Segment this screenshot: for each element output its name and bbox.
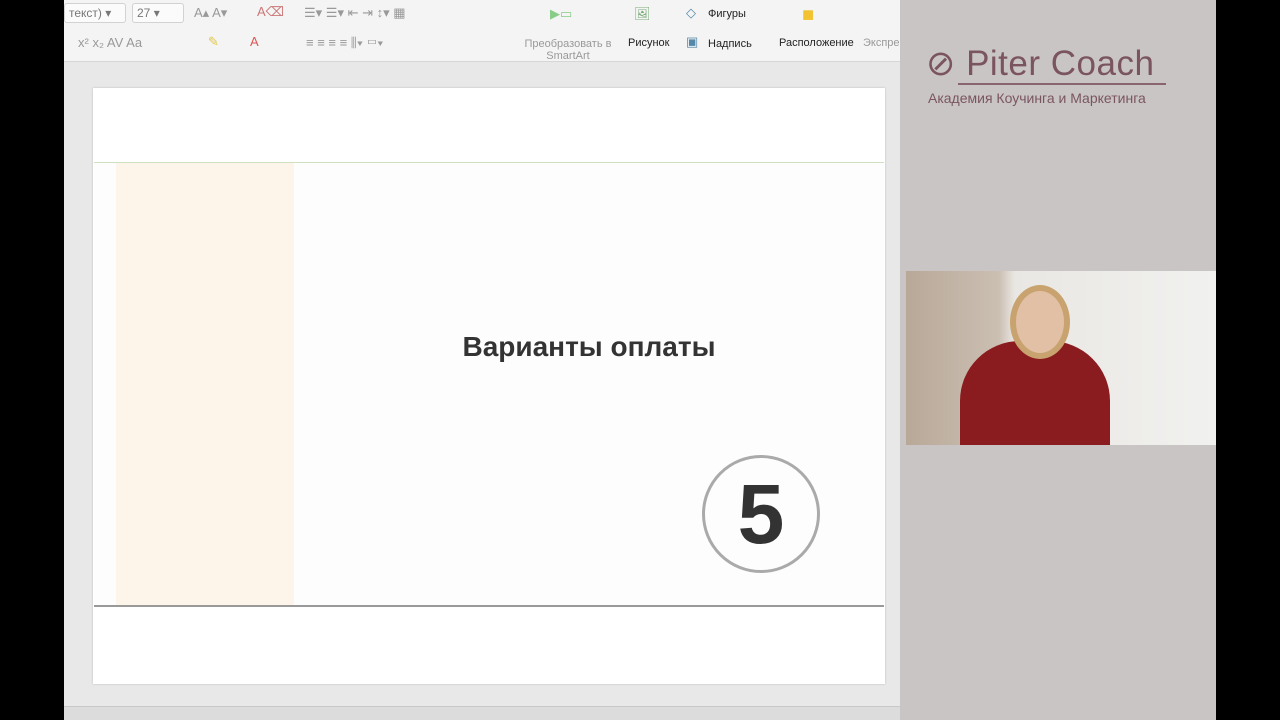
logo-text: Piter Coach bbox=[966, 44, 1155, 83]
font-size-select[interactable]: 27 ▾ bbox=[132, 3, 184, 23]
slide-canvas[interactable]: Варианты оплаты 5 bbox=[93, 88, 885, 684]
bullets-icon[interactable]: ☰▾ ☰▾ ⇤ ⇥ ↕▾ ▦ bbox=[304, 5, 406, 21]
powerpoint-window: текст) ▾ 27 ▾ A▴ A▾ A⌫ x² x₂ AV Aa ✎ A ☰… bbox=[64, 0, 900, 720]
quick-styles-button[interactable]: Экспре bbox=[863, 37, 900, 49]
logo-underline bbox=[958, 83, 1166, 85]
picture-button[interactable]: Рисунок bbox=[628, 37, 670, 49]
slide-background-image: Варианты оплаты 5 bbox=[94, 162, 884, 607]
slide-number-badge: 5 bbox=[702, 455, 820, 573]
increase-font-icon[interactable]: A▴ A▾ bbox=[194, 5, 227, 21]
align-icons[interactable]: ≡ ≡ ≡ ≡ ⫼▾ ▭▾ bbox=[306, 35, 383, 51]
status-bar bbox=[64, 706, 900, 720]
arrange-button[interactable]: Расположение bbox=[779, 37, 854, 49]
slide-title[interactable]: Варианты оплаты bbox=[94, 331, 884, 363]
ribbon-toolbar: текст) ▾ 27 ▾ A▴ A▾ A⌫ x² x₂ AV Aa ✎ A ☰… bbox=[64, 0, 900, 62]
branding-panel: ⊘ Piter Coach Академия Коучинга и Маркет… bbox=[900, 0, 1216, 720]
brand-tagline: Академия Коучинга и Маркетинга bbox=[928, 90, 1146, 106]
superscript-icon[interactable]: x² x₂ AV Aa bbox=[78, 35, 142, 50]
smartart-icon[interactable]: ▶▭ bbox=[550, 6, 572, 22]
font-name-select[interactable]: текст) ▾ bbox=[64, 3, 126, 23]
textbox-icon[interactable]: ▣ bbox=[686, 34, 698, 50]
shapes-button[interactable]: Фигуры bbox=[708, 8, 746, 20]
font-color-icon[interactable]: A bbox=[250, 34, 259, 49]
textbox-button[interactable]: Надпись bbox=[708, 38, 752, 50]
clear-format-icon[interactable]: A⌫ bbox=[257, 4, 284, 20]
presenter-head bbox=[1016, 291, 1064, 353]
shapes-icon[interactable]: ◇ bbox=[686, 5, 696, 21]
webcam-video bbox=[906, 271, 1216, 445]
font-name-value: текст) bbox=[69, 6, 102, 20]
highlight-icon[interactable]: ✎ bbox=[208, 34, 219, 50]
decorative-band bbox=[116, 163, 294, 605]
logo-swoosh-icon: ⊘ bbox=[926, 44, 956, 83]
convert-smartart-button[interactable]: Преобразовать в SmartArt bbox=[522, 38, 614, 62]
brand-logo: ⊘ Piter Coach bbox=[926, 44, 1154, 84]
presenter-body bbox=[960, 341, 1110, 445]
font-size-value: 27 bbox=[137, 6, 151, 20]
picture-icon[interactable]: 🖼 bbox=[634, 6, 651, 22]
arrange-icon[interactable]: ■ bbox=[802, 4, 814, 27]
